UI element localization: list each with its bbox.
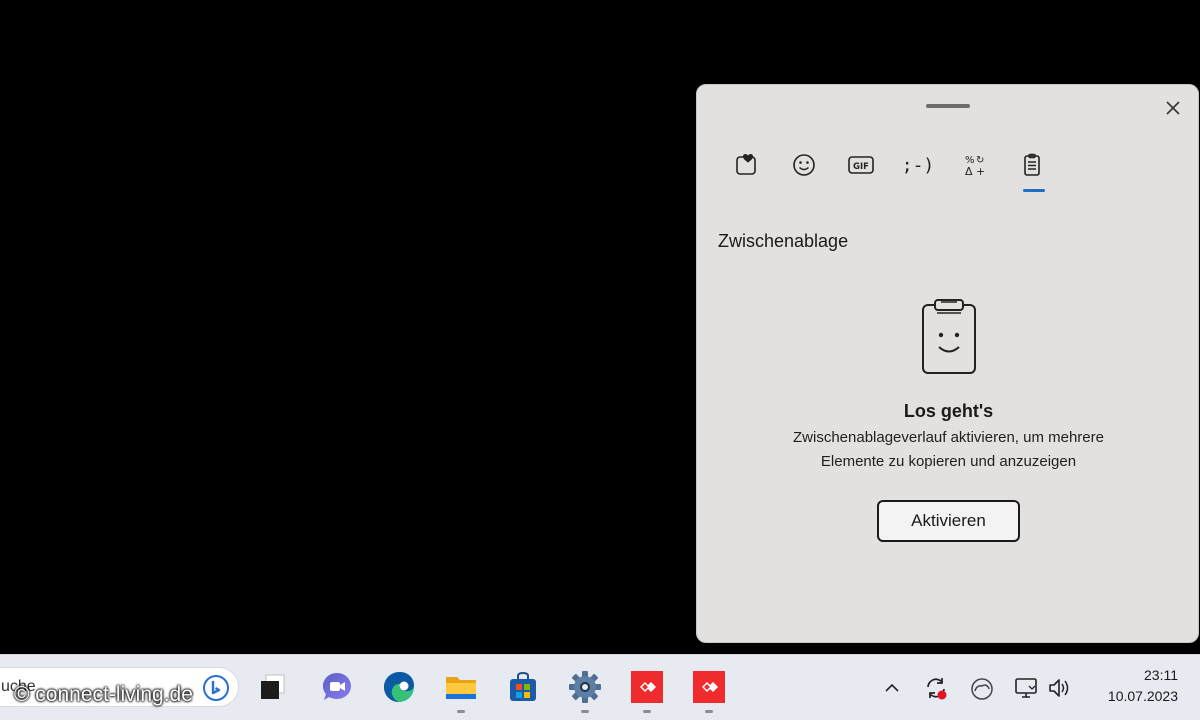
clipboard-smiley-icon	[921, 299, 976, 374]
watermark: © connect-living.de	[14, 683, 193, 706]
tab-clipboard[interactable]	[1012, 145, 1052, 192]
running-indicator	[643, 710, 651, 713]
active-tab-indicator	[1023, 189, 1045, 192]
empty-state-title: Los geht's	[903, 401, 994, 421]
tab-gif[interactable]: GIF	[841, 145, 881, 185]
favorites-heart-icon	[736, 154, 756, 175]
anydesk-icon	[693, 671, 725, 703]
store-icon	[510, 671, 536, 701]
close-button[interactable]	[1160, 95, 1186, 121]
onedrive-icon	[971, 678, 993, 700]
svg-text:Δ: Δ	[965, 165, 973, 178]
teams-chat-icon	[323, 673, 351, 700]
edge-button[interactable]	[381, 669, 417, 705]
anydesk-button-2[interactable]	[691, 669, 727, 705]
edge-icon	[384, 672, 414, 702]
store-button[interactable]	[505, 669, 541, 705]
sync-status-button[interactable]	[923, 675, 949, 701]
file-explorer-icon	[446, 677, 476, 699]
section-title: Zwischenablage	[718, 231, 849, 251]
clipboard-icon	[1024, 153, 1040, 176]
file-explorer-button[interactable]	[443, 669, 479, 705]
tab-emoji[interactable]	[784, 145, 824, 185]
sync-icon	[927, 678, 947, 700]
running-indicator	[457, 710, 465, 713]
panel-tabs: GIF ;-) % ↻ Δ +	[727, 145, 1067, 195]
empty-state: Los geht's Zwischenablageverlauf aktivie…	[697, 297, 1198, 542]
svg-text:+: +	[976, 165, 985, 178]
tab-kaomoji[interactable]: ;-)	[898, 145, 938, 185]
emoji-smiley-icon	[793, 154, 815, 176]
teams-chat-button[interactable]	[319, 669, 355, 705]
running-indicator	[581, 710, 589, 713]
anydesk-button[interactable]	[629, 669, 665, 705]
settings-icon	[569, 671, 601, 703]
empty-state-description: Zwischenablageverlauf aktivieren, um meh…	[793, 429, 1104, 470]
onedrive-button[interactable]	[969, 675, 995, 701]
volume-icon	[1049, 679, 1069, 697]
gif-icon: GIF	[848, 156, 874, 174]
show-hidden-icons-button[interactable]	[879, 675, 905, 701]
volume-button[interactable]	[1047, 675, 1073, 701]
symbols-icon: % ↻ Δ +	[965, 155, 985, 178]
anydesk-icon	[631, 671, 663, 703]
chevron-up-icon	[885, 683, 899, 692]
clock-time: 23:11	[1144, 667, 1178, 683]
emoji-clipboard-panel: GIF ;-) % ↻ Δ + Zwischenablage Los geht'…	[696, 84, 1199, 643]
activate-button[interactable]: Aktivieren	[877, 500, 1020, 542]
tab-symbols[interactable]: % ↻ Δ +	[955, 145, 995, 185]
gif-label: GIF	[853, 162, 869, 172]
kaomoji-icon: ;-)	[901, 154, 935, 176]
task-view-icon	[261, 674, 285, 699]
task-view-button[interactable]	[254, 669, 290, 705]
tab-favorites[interactable]	[727, 145, 767, 185]
bing-icon[interactable]	[203, 675, 229, 701]
running-indicator	[705, 710, 713, 713]
close-icon	[1166, 101, 1180, 115]
network-icon	[1015, 678, 1037, 698]
drag-handle[interactable]	[926, 104, 970, 108]
settings-button[interactable]	[567, 669, 603, 705]
clock-date: 10.07.2023	[1107, 688, 1178, 704]
network-button[interactable]	[1013, 675, 1039, 701]
clock[interactable]: 23:11 10.07.2023	[1088, 665, 1178, 707]
